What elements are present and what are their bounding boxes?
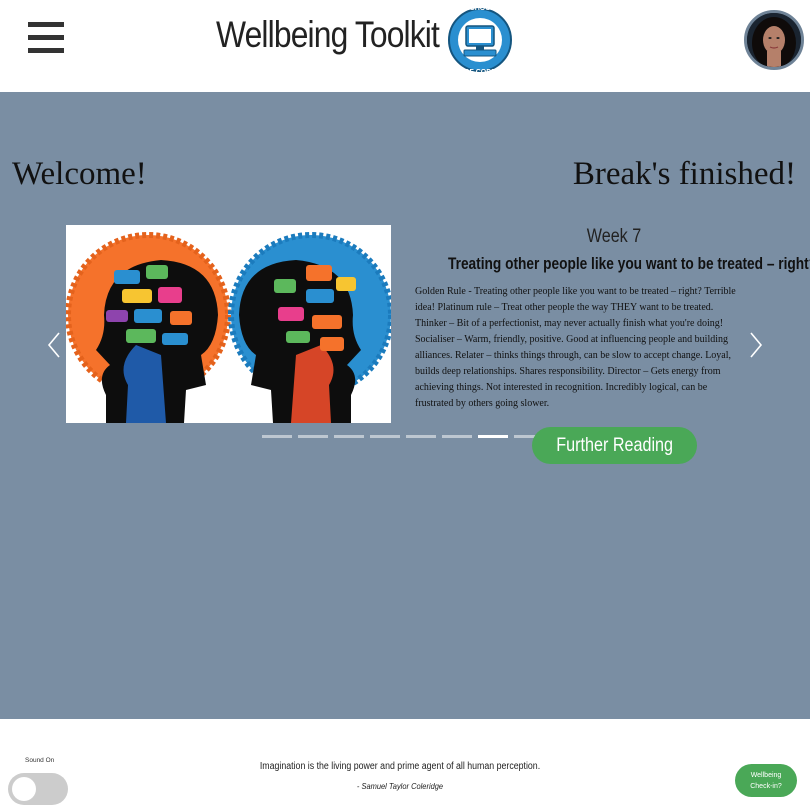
logo-text-bottom: OF CODE — [464, 69, 496, 76]
header: Wellbeing Toolkit SCHOOL OF CODE — [0, 0, 810, 92]
welcome-heading: Welcome! — [12, 156, 147, 192]
main-content: Welcome! Break's finished! Week 7 Treati… — [0, 92, 810, 719]
carousel-indicator-7[interactable] — [478, 435, 508, 438]
carousel-indicator-2[interactable] — [298, 435, 328, 438]
carousel-indicator-1[interactable] — [262, 435, 292, 438]
carousel-indicators — [262, 435, 544, 439]
user-avatar[interactable] — [744, 10, 804, 70]
checkin-line-1: Wellbeing — [750, 771, 782, 779]
chevron-right-icon[interactable] — [744, 330, 768, 360]
wellbeing-checkin-button[interactable]: Wellbeing Check-in? — [735, 764, 797, 797]
carousel-indicator-3[interactable] — [334, 435, 364, 438]
school-of-code-logo: SCHOOL OF CODE — [448, 5, 512, 76]
further-reading-button[interactable]: Further Reading — [532, 427, 697, 464]
slide-title: Treating other people like you want to b… — [448, 255, 810, 273]
further-reading-label: Further Reading — [556, 434, 673, 456]
carousel-indicator-5[interactable] — [406, 435, 436, 438]
carousel-indicator-6[interactable] — [442, 435, 472, 438]
logo-text-top: SCHOOL — [465, 5, 496, 12]
toggle-knob — [12, 777, 36, 801]
checkin-line-2: Check-in? — [750, 782, 782, 790]
sound-toggle[interactable] — [8, 773, 68, 805]
slide-body: Golden Rule - Treating other people like… — [415, 286, 736, 409]
break-finished-heading: Break's finished! — [572, 156, 796, 192]
quote-text: Imagination is the living power and prim… — [259, 761, 541, 772]
footer: Sound On Imagination is the living power… — [0, 719, 810, 810]
chevron-left-icon[interactable] — [42, 330, 66, 360]
quote-author: - Samuel Taylor Coleridge — [356, 781, 444, 791]
carousel: Week 7 Treating other people like you wa… — [40, 222, 810, 472]
carousel-indicator-4[interactable] — [370, 435, 400, 438]
sound-label: Sound On — [25, 757, 55, 764]
slide-image — [66, 225, 391, 423]
hamburger-menu-icon[interactable] — [28, 22, 64, 54]
week-label: Week 7 — [586, 226, 642, 247]
app-title: Wellbeing Toolkit — [216, 14, 440, 55]
